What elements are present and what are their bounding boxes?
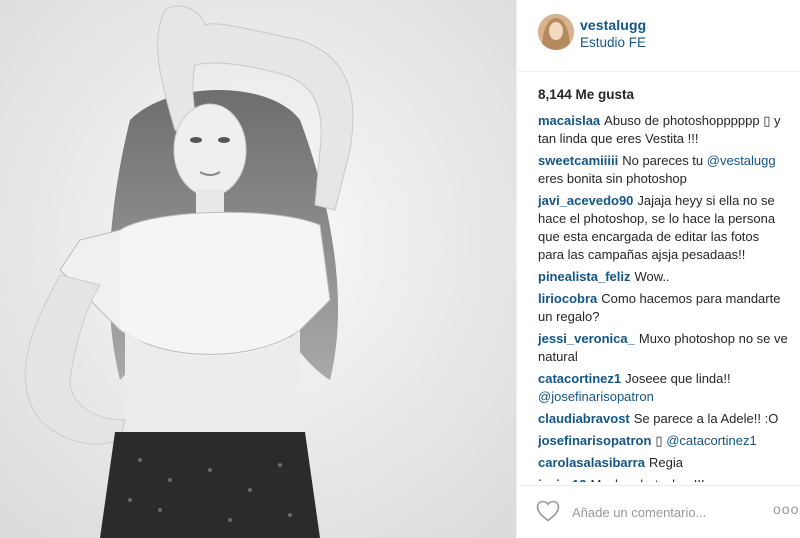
comment-item: javi_r12 Mucho photoshop!!!	[538, 476, 788, 482]
heart-outline-icon[interactable]	[536, 500, 560, 522]
comment-text: Joseee que linda!!	[625, 371, 731, 386]
comment-username-link[interactable]: catacortinez1	[538, 371, 621, 386]
comment-username-link[interactable]: carolasalasibarra	[538, 455, 645, 470]
likes-count[interactable]: 8,144 Me gusta	[538, 87, 634, 102]
comment-item: claudiabravost Se parece a la Adele!! :O	[538, 410, 788, 428]
comment-mention-link[interactable]: @vestalugg	[707, 153, 776, 168]
comment-username-link[interactable]: pinealista_feliz	[538, 269, 630, 284]
post-location-link[interactable]: Estudio FE	[580, 35, 646, 50]
comment-text: Wow..	[634, 269, 670, 284]
comment-mention-link[interactable]: @josefinarisopatron	[538, 389, 654, 404]
comment-item: josefinarisopatron ▯ @catacortinez1	[538, 432, 788, 450]
instagram-post-modal: vestalugg Estudio FE 8,144 Me gusta maca…	[0, 0, 800, 538]
comment-mention-link[interactable]: @catacortinez1	[666, 433, 757, 448]
comment-item: javi_acevedo90 Jajaja heyy si ella no se …	[538, 192, 788, 264]
post-sidebar: vestalugg Estudio FE 8,144 Me gusta maca…	[516, 0, 800, 538]
comment-item: liriocobra Como hacemos para mandarte un …	[538, 290, 788, 326]
more-options-button[interactable]: ooo	[773, 501, 799, 517]
post-footer: ooo	[517, 485, 800, 538]
comment-username-link[interactable]: liriocobra	[538, 291, 597, 306]
avatar-image	[538, 14, 574, 50]
photo-image	[0, 0, 516, 538]
comment-text: No pareces tu	[622, 153, 707, 168]
comment-username-link[interactable]: javi_acevedo90	[538, 193, 633, 208]
comment-text: eres bonita sin photoshop	[538, 171, 687, 186]
comment-item: pinealista_feliz Wow..	[538, 268, 788, 286]
comment-text: Se parece a la Adele!! :O	[633, 411, 779, 426]
comment-item: carolasalasibarra Regia	[538, 454, 788, 472]
comment-text: Regia	[648, 455, 683, 470]
comment-username-link[interactable]: josefinarisopatron	[538, 433, 651, 448]
post-username-link[interactable]: vestalugg	[580, 17, 646, 33]
comment-item: macaislaa Abuso de photoshopppppp ▯ y tan…	[538, 112, 788, 148]
comment-username-link[interactable]: jessi_veronica_	[538, 331, 635, 346]
comment-username-link[interactable]: javi_r12	[538, 477, 586, 482]
comment-username-link[interactable]: macaislaa	[538, 113, 600, 128]
add-comment-input[interactable]	[570, 498, 764, 526]
comment-item: catacortinez1 Joseee que linda!! @josefin…	[538, 370, 788, 406]
avatar[interactable]	[538, 14, 574, 50]
comments-list: macaislaa Abuso de photoshopppppp ▯ y tan…	[538, 112, 788, 482]
comment-text: Mucho photoshop!!!	[590, 477, 704, 482]
post-header: vestalugg Estudio FE	[517, 0, 800, 72]
comment-item: sweetcamiiiii No pareces tu @vestalugg er…	[538, 152, 788, 188]
comment-item: jessi_veronica_ Muxo photoshop no se ve n…	[538, 330, 788, 366]
comment-username-link[interactable]: claudiabravost	[538, 411, 630, 426]
comment-text: ▯	[655, 433, 667, 448]
comment-username-link[interactable]: sweetcamiiiii	[538, 153, 618, 168]
post-photo[interactable]	[0, 0, 516, 538]
